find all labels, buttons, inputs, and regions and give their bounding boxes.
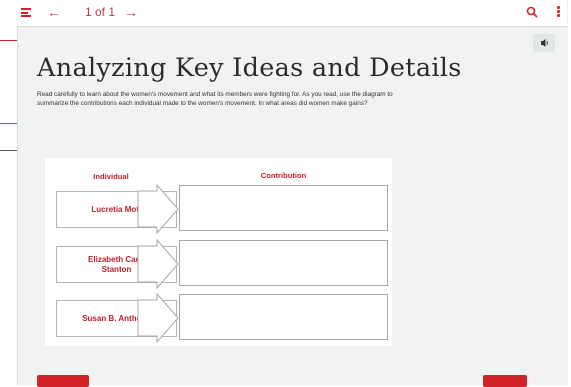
contribution-column-header: Contribution — [260, 171, 307, 180]
bottom-left-button[interactable] — [37, 375, 89, 387]
top-toolbar: ← 1 of 1 → — [17, 0, 567, 27]
next-page-button[interactable]: → — [124, 4, 138, 20]
speaker-icon — [541, 39, 548, 47]
search-icon[interactable] — [526, 6, 538, 18]
more-vertical-icon[interactable] — [557, 6, 561, 18]
previous-page-button[interactable]: ← — [47, 4, 61, 20]
contribution-input[interactable] — [179, 294, 388, 340]
contribution-input[interactable] — [179, 185, 388, 231]
arrow-icon — [137, 184, 179, 234]
contribution-input[interactable] — [179, 240, 388, 286]
background-line — [0, 123, 17, 124]
background-line — [0, 150, 17, 151]
page-title: Analyzing Key Ideas and Details — [37, 53, 462, 83]
individual-column-header: Individual — [93, 172, 129, 181]
summary-diagram: Individual Contribution Lucretia Mott El… — [45, 158, 392, 346]
menu-icon[interactable] — [21, 8, 31, 17]
instructions-text: Read carefully to learn about the women'… — [37, 91, 393, 107]
background-line — [0, 40, 17, 41]
bottom-right-button[interactable] — [483, 375, 527, 387]
arrow-icon — [137, 293, 179, 343]
audio-button[interactable] — [533, 34, 555, 52]
individual-name: Lucretia Mott — [91, 204, 142, 214]
arrow-icon — [137, 239, 179, 289]
page-indicator: 1 of 1 — [85, 5, 116, 19]
